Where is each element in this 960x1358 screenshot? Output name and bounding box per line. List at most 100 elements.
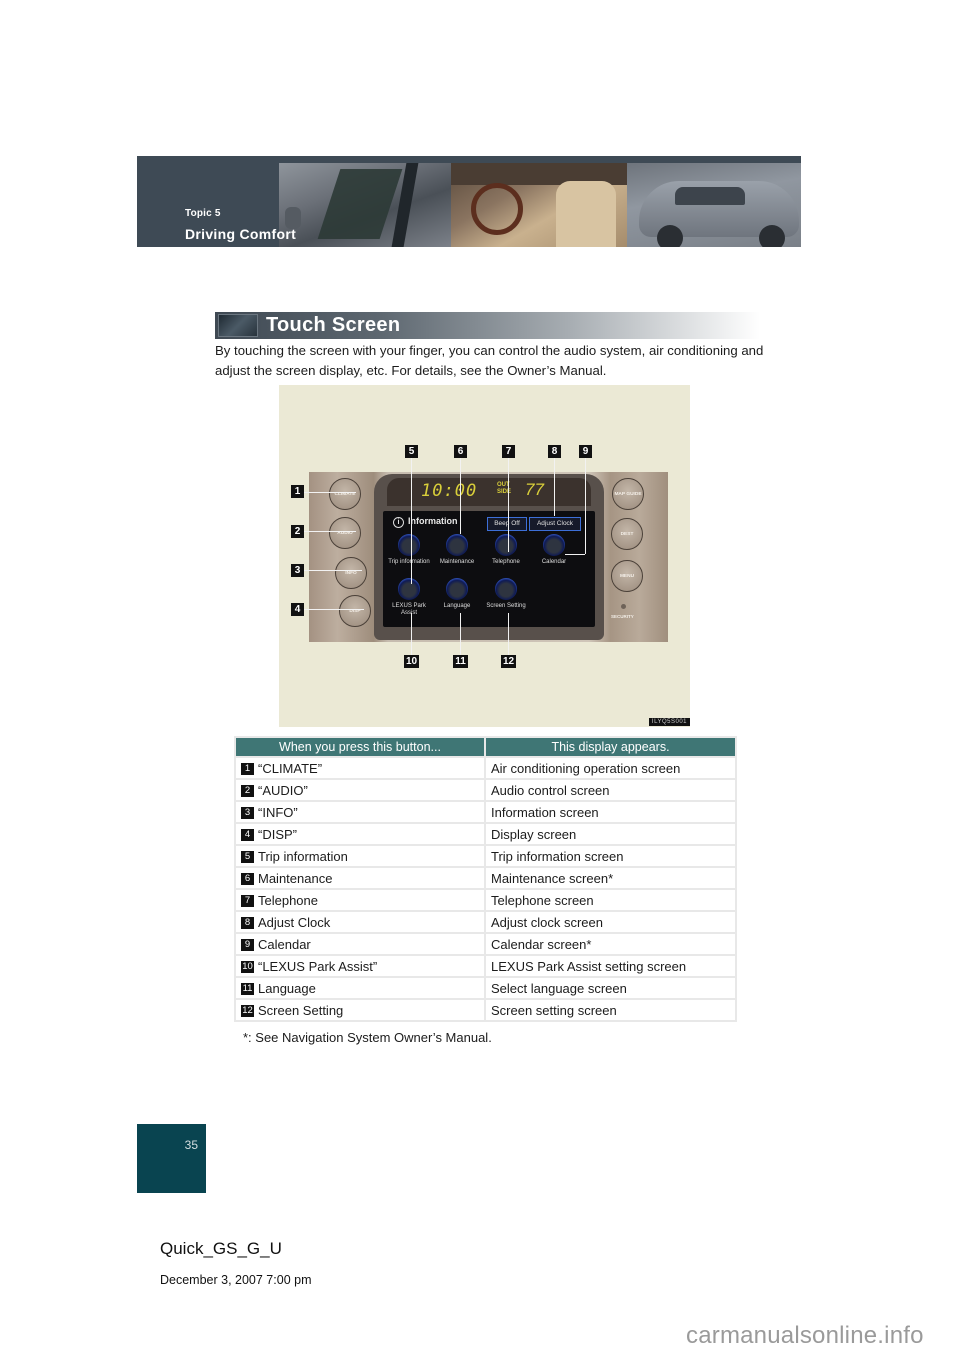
callout-9: 9	[579, 445, 592, 458]
button-name: Adjust Clock	[258, 914, 331, 930]
info-icon: i	[393, 517, 404, 528]
button-cell: 3 “INFO”	[236, 802, 484, 822]
screen-setting-icon	[495, 578, 517, 600]
climate-button: CLIMATE	[329, 478, 361, 510]
callout-number-badge: 7	[241, 895, 254, 908]
button-cell: 1 “CLIMATE”	[236, 758, 484, 778]
topic-number: Topic 5	[185, 208, 221, 219]
calendar-label: Calendar	[541, 559, 567, 565]
language-label: Language	[443, 603, 471, 609]
table-row: 1 “CLIMATE” Air conditioning operation scr…	[236, 758, 735, 778]
info-screen: i Information Beep Off Adjust Clock Trip …	[383, 511, 595, 627]
center-console: CLIMATE AUDIO INFO DISP 10:00 OUT SIDE 7…	[309, 472, 668, 642]
callout-number-badge: 10	[241, 961, 254, 974]
lcd-display: 10:00 OUT SIDE 77	[387, 478, 591, 506]
security-led	[621, 604, 626, 609]
display-cell: Screen setting screen	[486, 1000, 735, 1020]
table-row: 7 Telephone Telephone screen	[236, 890, 735, 910]
menu-button: MENU	[611, 560, 643, 592]
table-row: 8 Adjust Clock Adjust clock screen	[236, 912, 735, 932]
button-name: Language	[258, 980, 316, 996]
callout-number-badge: 6	[241, 873, 254, 886]
wheel-icon	[398, 534, 420, 556]
display-cell: Adjust clock screen	[486, 912, 735, 932]
callout-5: 5	[405, 445, 418, 458]
table-row: 9 Calendar Calendar screen*	[236, 934, 735, 954]
adjust-clock-button: Adjust Clock	[529, 517, 581, 531]
display-cell: Audio control screen	[486, 780, 735, 800]
topic-title: Driving Comfort	[185, 226, 297, 242]
button-name: “INFO”	[258, 804, 298, 820]
button-cell: 4 “DISP”	[236, 824, 484, 844]
beep-off-button: Beep Off	[487, 517, 527, 531]
table-row: 10 “LEXUS Park Assist” LEXUS Park Assist s…	[236, 956, 735, 976]
display-cell: Trip information screen	[486, 846, 735, 866]
table-row: 3 “INFO” Information screen	[236, 802, 735, 822]
callout-8: 8	[548, 445, 561, 458]
button-cell: 8 Adjust Clock	[236, 912, 484, 932]
wrench-icon	[446, 534, 468, 556]
dest-button: DEST	[611, 518, 643, 550]
map-guide-button: MAP GUIDE	[612, 478, 644, 510]
button-name: “CLIMATE”	[258, 760, 323, 776]
telephone-label: Telephone	[492, 559, 520, 565]
display-cell: Select language screen	[486, 978, 735, 998]
park-assist-label: LEXUS Park Assist	[392, 603, 426, 616]
outside-temp: 77	[525, 480, 544, 499]
button-name: Calendar	[258, 936, 311, 952]
clock-readout: 10:00	[421, 481, 478, 501]
button-cell: 5 Trip information	[236, 846, 484, 866]
figure-code: ILYQ5S001	[648, 718, 690, 726]
button-cell: 11 Language	[236, 978, 484, 998]
security-label: SECURITY	[611, 614, 634, 619]
callout-1: 1	[291, 485, 304, 498]
disp-button: DISP	[339, 595, 371, 627]
callout-12: 12	[501, 655, 516, 668]
callout-number-badge: 3	[241, 807, 254, 820]
button-cell: 12 Screen Setting	[236, 1000, 484, 1020]
button-cell: 9 Calendar	[236, 934, 484, 954]
screen-title: Information	[408, 516, 458, 526]
phone-icon	[495, 534, 517, 556]
table-row: 4 “DISP” Display screen	[236, 824, 735, 844]
touch-screen-illustration: CLIMATE AUDIO INFO DISP 10:00 OUT SIDE 7…	[279, 385, 690, 727]
callout-3: 3	[291, 564, 304, 577]
document-name: Quick_GS_G_U	[160, 1239, 282, 1258]
button-name: Trip information	[258, 848, 348, 864]
trip-information-label: Trip information	[388, 559, 430, 565]
callout-6: 6	[454, 445, 467, 458]
button-cell: 2 “AUDIO”	[236, 780, 484, 800]
calendar-icon	[543, 534, 565, 556]
callout-number-badge: 4	[241, 829, 254, 842]
callout-10: 10	[404, 655, 419, 668]
maintenance-label: Maintenance	[439, 559, 475, 565]
watermark-link[interactable]: carmanualsonline.info	[686, 1322, 924, 1350]
display-cell: Air conditioning operation screen	[486, 758, 735, 778]
book-icon	[446, 578, 468, 600]
table-row: 2 “AUDIO” Audio control screen	[236, 780, 735, 800]
button-name: “DISP”	[258, 826, 297, 842]
callout-number-badge: 1	[241, 763, 254, 776]
callout-2: 2	[291, 525, 304, 538]
button-cell: 7 Telephone	[236, 890, 484, 910]
document-date: December 3, 2007 7:00 pm	[160, 1273, 312, 1287]
callout-number-badge: 11	[241, 983, 254, 996]
topic-banner: Topic 5 Driving Comfort	[137, 156, 801, 247]
car-interior-photo	[451, 163, 627, 247]
display-cell: LEXUS Park Assist setting screen	[486, 956, 735, 976]
callout-4: 4	[291, 603, 304, 616]
screen-header: i Information	[393, 516, 458, 528]
section-title: Touch Screen	[266, 314, 401, 336]
button-display-table: When you press this button... This displ…	[234, 736, 737, 1022]
section-thumbnail	[218, 314, 258, 337]
audio-button: AUDIO	[329, 517, 361, 549]
table-header-row: When you press this button... This displ…	[236, 738, 735, 756]
park-assist-icon	[398, 578, 420, 600]
table-row: 11 Language Select language screen	[236, 978, 735, 998]
button-name: “AUDIO”	[258, 782, 308, 798]
screen-setting-label: Screen Setting	[486, 603, 526, 609]
button-name: Telephone	[258, 892, 318, 908]
display-cell: Maintenance screen*	[486, 868, 735, 888]
display-cell: Calendar screen*	[486, 934, 735, 954]
display-cell: Telephone screen	[486, 890, 735, 910]
